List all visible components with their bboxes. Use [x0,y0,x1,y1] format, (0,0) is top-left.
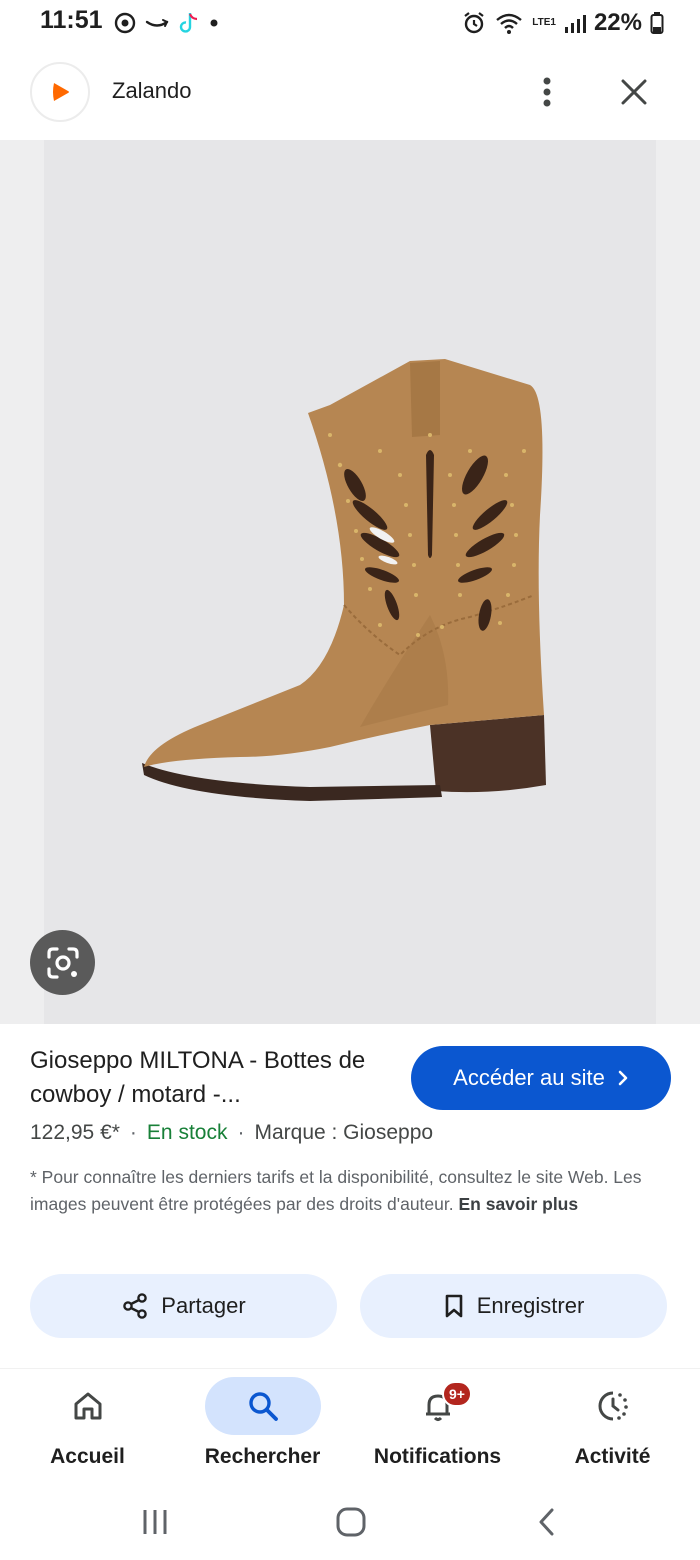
nav-item-home[interactable]: Accueil [0,1369,175,1489]
product-price: 122,95 €* [30,1121,120,1144]
signal-icon [564,15,586,33]
search-icon [248,1392,278,1421]
nav-icon-container-active [204,1377,321,1435]
close-button[interactable] [614,72,654,112]
back-button[interactable] [525,1502,569,1542]
disclaimer: * Pour connaître les derniers tarifs et … [30,1164,670,1218]
close-icon [621,79,647,105]
visit-site-button[interactable]: Accéder au site [411,1046,671,1110]
back-icon [539,1508,554,1536]
battery-percent: 22% [593,9,642,36]
chevron-right-icon [618,1070,628,1086]
learn-more-link[interactable]: En savoir plus [458,1194,578,1214]
chrome-icon [114,12,136,34]
product-brand: Marque : Gioseppo [254,1121,434,1144]
separator-dot: · [129,1121,137,1144]
product-title[interactable]: Gioseppo MILTONA - Bottes de cowboy / mo… [30,1044,390,1112]
share-label: Partager [161,1293,246,1318]
separator-dot: · [237,1121,245,1144]
product-image-area[interactable] [0,140,700,1024]
nav-icon-container [555,1377,671,1435]
nav-label: Rechercher [204,1445,321,1468]
nav-item-activity[interactable]: Activité [525,1369,700,1489]
site-favicon[interactable] [30,62,90,122]
save-button[interactable]: Enregistrer [360,1274,667,1338]
visit-site-label: Accéder au site [453,1065,605,1090]
lens-icon [46,946,79,979]
app-header: Zalando [0,46,700,140]
nav-item-search[interactable]: Rechercher [175,1369,350,1489]
bottom-navigation: Accueil Rechercher 9+ Notifications Acti… [0,1368,700,1488]
share-icon [123,1293,148,1319]
tiktok-icon [179,13,198,33]
site-name[interactable]: Zalando [112,78,192,104]
nav-icon-container [380,1377,496,1435]
nav-label: Accueil [50,1445,125,1468]
status-bar: 11:51 LTE1 22% [0,0,700,46]
notification-icons [114,10,220,36]
nav-label: Activité [574,1445,651,1468]
alarm-icon [464,12,484,34]
save-label: Enregistrer [476,1293,585,1318]
amazon-icon [145,19,169,27]
more-vert-icon [543,77,551,107]
google-lens-button[interactable] [30,930,95,995]
system-navigation-bar [0,1488,700,1560]
recent-apps-icon [143,1510,167,1534]
cowboy-boot-image [142,359,546,801]
nav-icon-container [30,1377,146,1435]
activity-icon [598,1391,628,1421]
more-options-button[interactable] [530,72,564,112]
home-circle-icon [336,1507,366,1537]
nav-label: Notifications [373,1445,502,1468]
wifi-icon [496,13,523,34]
network-label: LTE1 [532,17,556,28]
battery-icon [650,12,664,34]
home-icon [74,1392,101,1420]
price-line: 122,95 €* · En stock · Marque : Gioseppo [30,1121,433,1145]
more-notifications-dot-icon [210,19,218,27]
status-right: LTE1 22% [462,8,664,38]
zalando-logo-icon [48,80,72,104]
share-button[interactable]: Partager [30,1274,337,1338]
nav-item-notifications[interactable]: 9+ Notifications [350,1369,525,1489]
status-time: 11:51 [40,6,103,34]
stock-status: En stock [146,1121,228,1144]
notification-badge: 9+ [442,1381,472,1407]
home-system-button[interactable] [329,1502,373,1542]
bookmark-icon [445,1294,463,1318]
recent-apps-button[interactable] [133,1502,177,1542]
